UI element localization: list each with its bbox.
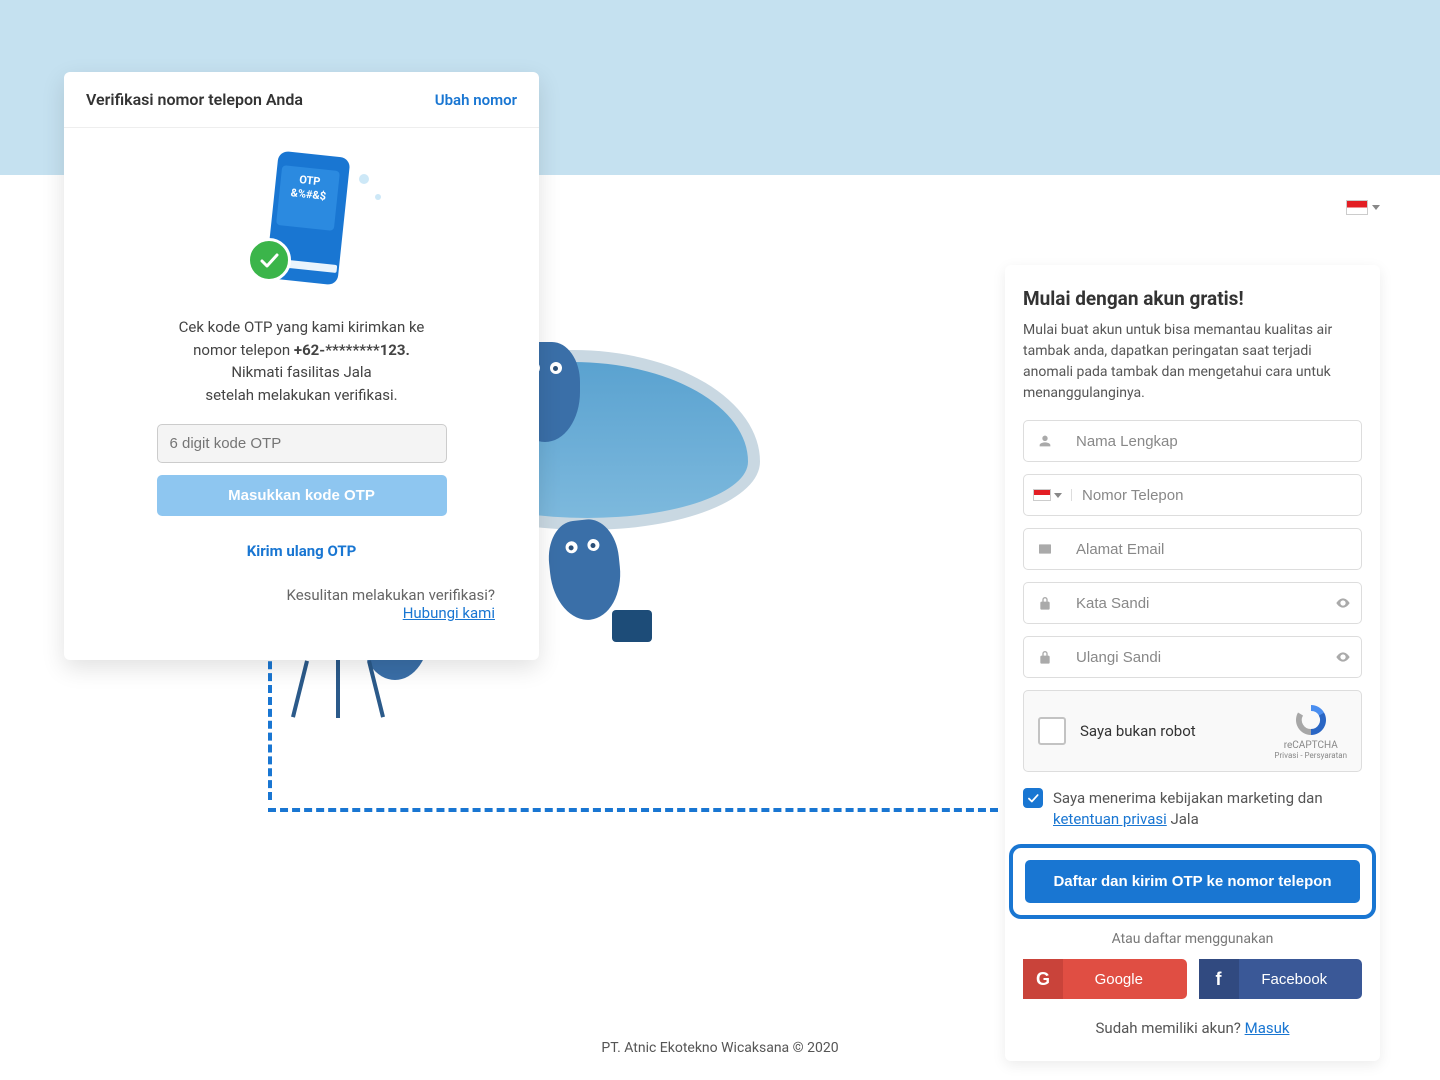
email-input[interactable] [1066,529,1361,569]
login-link[interactable]: Masuk [1245,1019,1290,1037]
recaptcha-branding: reCAPTCHA Privasi - Persyaratan [1274,702,1347,760]
language-selector[interactable] [1346,200,1380,215]
login-prompt: Sudah memiliki akun? Masuk [1023,1019,1362,1037]
caret-down-icon [1054,493,1062,498]
privacy-terms-link[interactable]: ketentuan privasi [1053,810,1167,828]
otp-help-footer: Kesulitan melakukan verifikasi? Hubungi … [86,560,517,640]
facebook-signup-button[interactable]: f Facebook [1199,959,1363,999]
envelope-icon [1024,541,1066,557]
check-circle-icon [247,238,291,282]
consent-checkbox[interactable] [1023,788,1043,808]
masked-phone-number: +62-********123. [294,341,410,359]
otp-verification-card: Verifikasi nomor telepon Anda Ubah nomor… [64,72,539,660]
phone-field-wrapper [1023,474,1362,516]
eye-icon[interactable] [1325,595,1361,611]
otp-title: Verifikasi nomor telepon Anda [86,90,303,109]
recaptcha-checkbox[interactable] [1038,717,1066,745]
otp-phone-illustration: OTP&%#&$ [217,146,387,296]
change-number-link[interactable]: Ubah nomor [435,91,517,109]
connector-line [268,808,998,812]
resend-otp-link[interactable]: Kirim ulang OTP [86,542,517,560]
shrimp-character [545,517,625,624]
email-field-wrapper [1023,528,1362,570]
phone-input[interactable] [1072,475,1361,515]
caret-down-icon [1372,205,1380,210]
recaptcha-label: Saya bukan robot [1080,722,1196,740]
lock-icon [1024,595,1066,611]
footer-copyright: PT. Atnic Ekotekno Wicaksana © 2020 [0,1040,1440,1056]
briefcase-icon [612,610,652,642]
otp-message: Cek kode OTP yang kami kirimkan ke nomor… [86,316,517,406]
consent-text: Saya menerima kebijakan marketing dan ke… [1053,788,1362,830]
phone-country-selector[interactable] [1024,489,1072,501]
google-icon: G [1023,959,1063,999]
eye-icon[interactable] [1325,649,1361,665]
repeat-password-field-wrapper [1023,636,1362,678]
repeat-password-input[interactable] [1066,637,1325,677]
lock-icon [1024,649,1066,665]
submit-otp-button[interactable]: Masukkan kode OTP [157,475,447,516]
signup-card: Mulai dengan akun gratis! Mulai buat aku… [1005,265,1380,1061]
name-field-wrapper [1023,420,1362,462]
alt-signup-label: Atau daftar menggunakan [1023,931,1362,947]
google-signup-button[interactable]: G Google [1023,959,1187,999]
password-field-wrapper [1023,582,1362,624]
consent-row: Saya menerima kebijakan marketing dan ke… [1023,788,1362,830]
register-button[interactable]: Daftar dan kirim OTP ke nomor telepon [1025,860,1360,903]
recaptcha-widget: Saya bukan robot reCAPTCHA Privasi - Per… [1023,690,1362,772]
signup-title: Mulai dengan akun gratis! [1023,287,1362,310]
otp-code-input[interactable] [157,424,447,463]
flag-id-icon [1033,489,1051,501]
name-input[interactable] [1066,421,1361,461]
signup-description: Mulai buat akun untuk bisa memantau kual… [1023,320,1362,404]
password-input[interactable] [1066,583,1325,623]
contact-us-link[interactable]: Hubungi kami [403,604,495,622]
flag-id-icon [1346,200,1368,215]
recaptcha-logo-icon [1293,702,1329,738]
otp-card-header: Verifikasi nomor telepon Anda Ubah nomor [64,72,539,128]
user-icon [1024,433,1066,449]
register-button-highlight: Daftar dan kirim OTP ke nomor telepon [1009,844,1376,919]
facebook-icon: f [1199,959,1239,999]
